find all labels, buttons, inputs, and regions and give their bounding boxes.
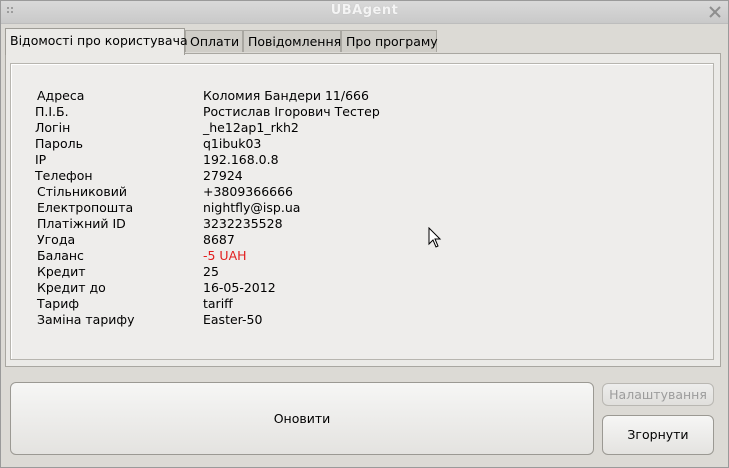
info-value: Коломия Бандери 11/666: [203, 88, 369, 103]
minimize-button[interactable]: Згорнути: [602, 415, 714, 455]
info-label: Угода: [37, 232, 76, 247]
mouse-pointer-icon: [428, 226, 442, 249]
info-label: Пароль: [35, 136, 83, 151]
settings-button[interactable]: Налаштування: [602, 383, 714, 406]
info-label: Логін: [35, 120, 71, 135]
info-value: 8687: [203, 232, 235, 247]
info-value: _he12ap1_rkh2: [203, 120, 299, 135]
info-label: IP: [35, 152, 47, 167]
info-value: tariff: [203, 296, 233, 311]
title-bar[interactable]: UBAgent: [1, 1, 728, 24]
info-label: Адреса: [37, 88, 85, 103]
info-value: 16-05-2012: [203, 280, 276, 295]
info-label: Платіжний ID: [37, 216, 126, 231]
tab-messages[interactable]: Повідомлення: [243, 30, 341, 52]
info-value: 25: [203, 264, 219, 279]
info-value: Easter-50: [203, 312, 263, 327]
tab-panel: Адреса Коломия Бандери 11/666 П.І.Б. Рос…: [5, 53, 721, 367]
info-value: Ростислав Ігорович Тестер: [203, 104, 380, 119]
info-value: 27924: [203, 168, 243, 183]
info-label: Заміна тарифу: [37, 312, 135, 327]
balance-value: -5 UAH: [203, 248, 247, 263]
info-value: 3232235528: [203, 216, 283, 231]
info-label: Електропошта: [37, 200, 134, 215]
info-label: Телефон: [35, 168, 93, 183]
user-info-panel: Адреса Коломия Бандери 11/666 П.І.Б. Рос…: [10, 63, 714, 360]
info-label: Стільниковий: [37, 184, 127, 199]
info-value: nightfly@isp.ua: [203, 200, 301, 215]
tab-user-info[interactable]: Відомості про користувача: [5, 28, 188, 55]
info-label: Баланс: [37, 248, 84, 263]
tab-about[interactable]: Про програму: [341, 30, 438, 52]
info-label: Тариф: [37, 296, 80, 311]
info-label: П.І.Б.: [35, 104, 69, 119]
window-title: UBAgent: [330, 3, 399, 18]
info-value: 192.168.0.8: [203, 152, 279, 167]
refresh-button[interactable]: Оновити: [10, 382, 594, 455]
info-value: +3809366666: [203, 184, 294, 199]
tab-payments[interactable]: Оплати: [185, 30, 243, 52]
info-value: q1ibuk03: [203, 136, 262, 151]
app-window: UBAgent Відомості про користувача Оплати…: [0, 0, 729, 468]
info-label: Кредит: [37, 264, 86, 279]
close-icon[interactable]: [707, 4, 723, 20]
info-label: Кредит до: [37, 280, 106, 295]
